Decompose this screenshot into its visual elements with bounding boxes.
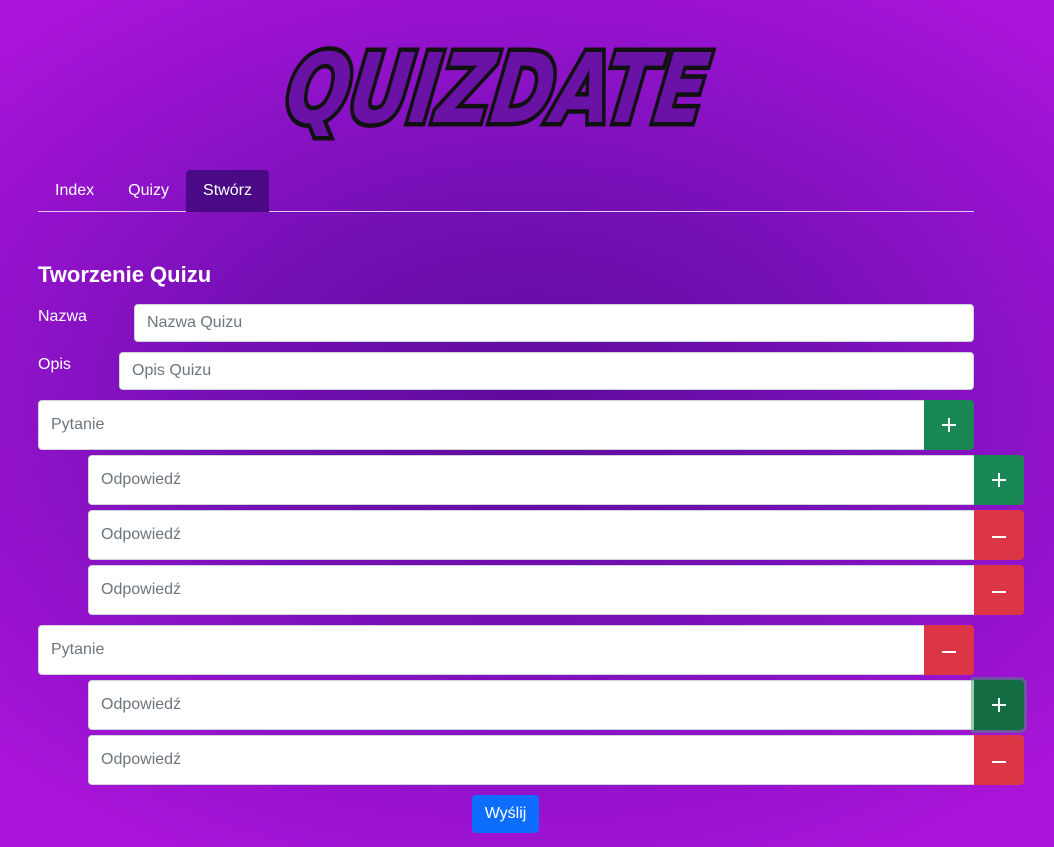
- description-label: Opis: [38, 356, 71, 373]
- question-input[interactable]: [38, 400, 925, 450]
- answer-input[interactable]: [88, 680, 975, 730]
- remove-answer-button[interactable]: [974, 735, 1024, 785]
- remove-question-button[interactable]: [924, 625, 974, 675]
- tab-index[interactable]: Index: [38, 170, 111, 212]
- answer-input[interactable]: [88, 510, 975, 560]
- add-answer-button[interactable]: [974, 455, 1024, 505]
- quizdate-logo: QUIZDATE: [280, 28, 720, 144]
- plus-icon: [942, 418, 956, 432]
- plus-icon: [992, 698, 1006, 712]
- add-answer-button[interactable]: [974, 680, 1024, 730]
- plus-icon: [992, 473, 1006, 487]
- submit-button[interactable]: Wyślij: [472, 795, 539, 833]
- minus-icon: [992, 583, 1006, 597]
- nav-tabs: Index Quizy Stwórz: [38, 170, 974, 212]
- add-question-button[interactable]: [924, 400, 974, 450]
- minus-icon: [942, 643, 956, 657]
- answer-input[interactable]: [88, 565, 975, 615]
- minus-icon: [992, 753, 1006, 767]
- answer-input[interactable]: [88, 455, 975, 505]
- minus-icon: [992, 528, 1006, 542]
- tab-stworz[interactable]: Stwórz: [186, 170, 269, 212]
- quiz-description-input[interactable]: [119, 352, 974, 390]
- tab-quizy[interactable]: Quizy: [111, 170, 186, 212]
- page-title: Tworzenie Quizu: [38, 262, 212, 287]
- logo-text: QUIZDATE: [280, 32, 715, 144]
- question-input[interactable]: [38, 625, 925, 675]
- quiz-name-input[interactable]: [134, 304, 974, 342]
- answer-input[interactable]: [88, 735, 975, 785]
- name-label: Nazwa: [38, 308, 87, 325]
- remove-answer-button[interactable]: [974, 565, 1024, 615]
- remove-answer-button[interactable]: [974, 510, 1024, 560]
